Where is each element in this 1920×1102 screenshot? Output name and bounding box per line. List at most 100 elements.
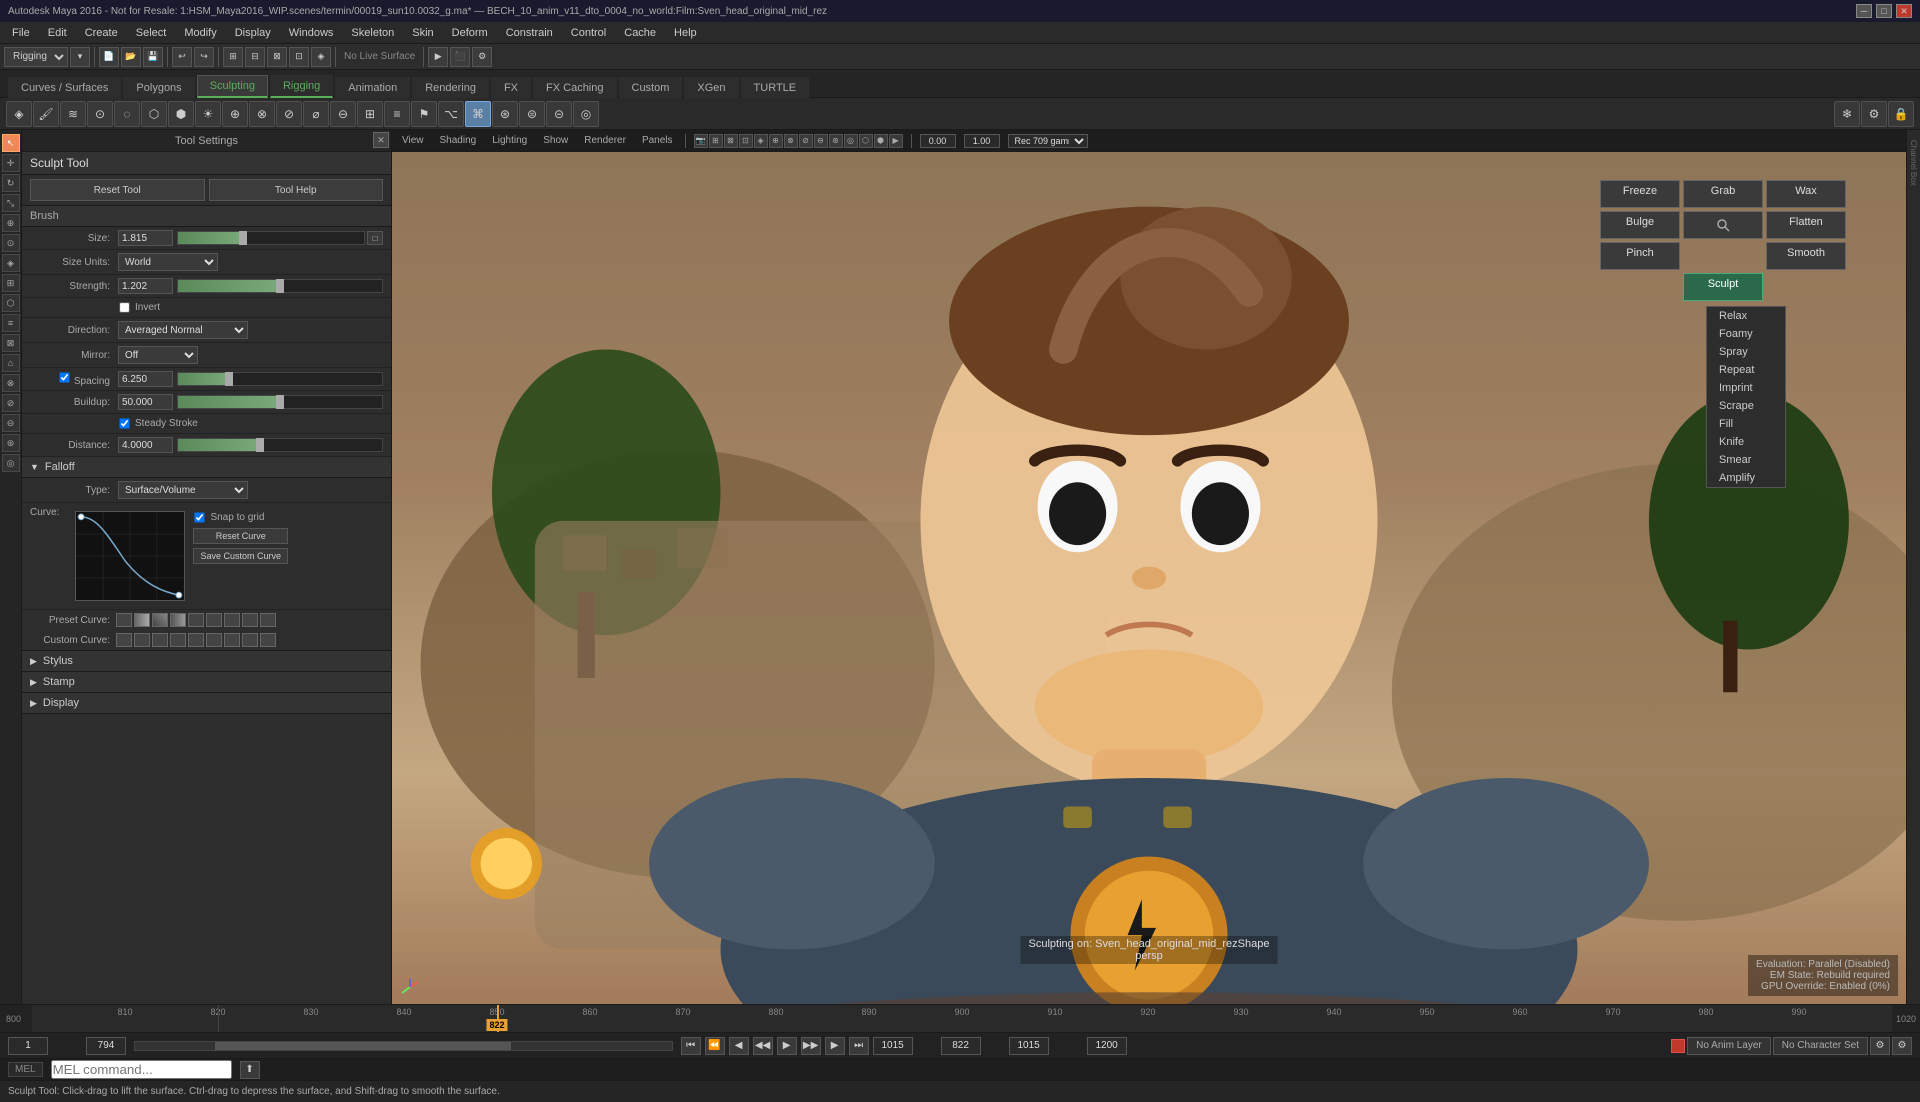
- dd-spray[interactable]: Spray: [1707, 343, 1785, 361]
- render-btn1[interactable]: ▶: [428, 47, 448, 67]
- sidebar-scale[interactable]: ⤡: [2, 194, 20, 212]
- display-header[interactable]: ▶ Display: [22, 693, 391, 713]
- menu-create[interactable]: Create: [77, 25, 126, 41]
- timeline-ruler[interactable]: // Will be rendered inline below 810 820…: [32, 1005, 1892, 1032]
- cam-icon12[interactable]: ⬡: [859, 134, 873, 148]
- sidebar-tool17[interactable]: ◎: [2, 454, 20, 472]
- strength-slider[interactable]: [177, 279, 383, 293]
- step-back-btn[interactable]: ◀: [729, 1037, 749, 1055]
- menu-windows[interactable]: Windows: [281, 25, 342, 41]
- sidebar-tool13[interactable]: ⊗: [2, 374, 20, 392]
- menu-cache[interactable]: Cache: [616, 25, 664, 41]
- cam-icon10[interactable]: ⊛: [829, 134, 843, 148]
- dd-imprint[interactable]: Imprint: [1707, 379, 1785, 397]
- preset-swatch-5[interactable]: [188, 613, 204, 627]
- sculpt-icon2[interactable]: ≋: [60, 101, 86, 127]
- size-input[interactable]: [118, 230, 173, 246]
- end-range-input[interactable]: [873, 1037, 913, 1055]
- sculpt-icon12[interactable]: ⊖: [330, 101, 356, 127]
- cam-icon3[interactable]: ⊠: [724, 134, 738, 148]
- sculpt-btn[interactable]: Sculpt: [1683, 273, 1763, 301]
- menu-control[interactable]: Control: [563, 25, 614, 41]
- falloff-type-dropdown[interactable]: Surface/Volume: [118, 481, 248, 499]
- panel-close-btn[interactable]: ✕: [373, 132, 389, 148]
- preset-swatch-7[interactable]: [224, 613, 240, 627]
- cam-icon9[interactable]: ⊖: [814, 134, 828, 148]
- menu-display[interactable]: Display: [227, 25, 279, 41]
- sculpt-icon4[interactable]: ◌: [114, 101, 140, 127]
- vp-menu-panels[interactable]: Panels: [638, 135, 677, 146]
- size-slider[interactable]: [177, 231, 365, 245]
- mode-dropdown[interactable]: Rigging: [4, 47, 68, 67]
- minimize-button[interactable]: ─: [1856, 4, 1872, 18]
- preset-swatch-8[interactable]: [242, 613, 258, 627]
- dd-fill[interactable]: Fill: [1707, 415, 1785, 433]
- sidebar-tool10[interactable]: ≡: [2, 314, 20, 332]
- steady-stroke-checkbox[interactable]: [119, 418, 129, 428]
- snap2-btn[interactable]: ⊟: [245, 47, 265, 67]
- sidebar-tool15[interactable]: ⊖: [2, 414, 20, 432]
- sculpt-icon17[interactable]: ⊛: [492, 101, 518, 127]
- menu-edit[interactable]: Edit: [40, 25, 75, 41]
- menu-modify[interactable]: Modify: [176, 25, 224, 41]
- sculpt-icon13[interactable]: ⊞: [357, 101, 383, 127]
- custom-swatch-4[interactable]: [170, 633, 186, 647]
- mode-arrow[interactable]: ▾: [70, 47, 90, 67]
- dd-knife[interactable]: Knife: [1707, 433, 1785, 451]
- spacing-input[interactable]: [118, 371, 173, 387]
- sidebar-tool9[interactable]: ⬡: [2, 294, 20, 312]
- cam-icon1[interactable]: 📷: [694, 134, 708, 148]
- mirror-dropdown[interactable]: Off: [118, 346, 198, 364]
- cam-icon13[interactable]: ⬢: [874, 134, 888, 148]
- smooth-btn[interactable]: Smooth: [1766, 242, 1846, 270]
- distance-slider[interactable]: [177, 438, 383, 452]
- redo-btn[interactable]: ↪: [194, 47, 214, 67]
- mel-input[interactable]: [51, 1060, 232, 1079]
- custom-swatch-6[interactable]: [206, 633, 222, 647]
- size-lock-btn[interactable]: □: [367, 231, 383, 245]
- cam-icon4[interactable]: ⊡: [739, 134, 753, 148]
- sidebar-tool8[interactable]: ⊞: [2, 274, 20, 292]
- stylus-header[interactable]: ▶ Stylus: [22, 651, 391, 671]
- sculpt-icon6[interactable]: ⬢: [168, 101, 194, 127]
- vp-menu-shading[interactable]: Shading: [436, 135, 481, 146]
- render-btn2[interactable]: ⬛: [450, 47, 470, 67]
- vp-menu-lighting[interactable]: Lighting: [488, 135, 531, 146]
- sculpt-icon7[interactable]: ☀: [195, 101, 221, 127]
- tab-animation[interactable]: Animation: [335, 77, 410, 98]
- range-bar[interactable]: [134, 1041, 673, 1051]
- falloff-header[interactable]: ▼ Falloff: [22, 457, 391, 478]
- settings-icon[interactable]: ⚙: [1861, 101, 1887, 127]
- prev-frame-btn[interactable]: ⏪: [705, 1037, 725, 1055]
- sculpt-icon5[interactable]: ⬡: [141, 101, 167, 127]
- stamp-header[interactable]: ▶ Stamp: [22, 672, 391, 692]
- search-btn[interactable]: [1683, 211, 1763, 239]
- sidebar-tool14[interactable]: ⊘: [2, 394, 20, 412]
- current-frame-input[interactable]: [941, 1037, 981, 1055]
- save-custom-curve-button[interactable]: Save Custom Curve: [193, 548, 288, 564]
- size-units-dropdown[interactable]: World: [118, 253, 218, 271]
- sculpt-icon20[interactable]: ◎: [573, 101, 599, 127]
- go-to-end-btn[interactable]: ⏭: [849, 1037, 869, 1055]
- start-frame-input[interactable]: [8, 1037, 48, 1055]
- cam-icon6[interactable]: ⊕: [769, 134, 783, 148]
- sidebar-select[interactable]: ↖: [2, 134, 20, 152]
- undo-btn[interactable]: ↩: [172, 47, 192, 67]
- dd-amplify[interactable]: Amplify: [1707, 469, 1785, 487]
- cam-icon11[interactable]: ◎: [844, 134, 858, 148]
- flatten-btn[interactable]: Flatten: [1766, 211, 1846, 239]
- tab-fx-caching[interactable]: FX Caching: [533, 77, 616, 98]
- exposure-input[interactable]: [920, 134, 956, 148]
- snap1-btn[interactable]: ⊞: [223, 47, 243, 67]
- char-set-pill[interactable]: No Character Set: [1773, 1037, 1868, 1055]
- tab-curves-surfaces[interactable]: Curves / Surfaces: [8, 77, 121, 98]
- vp-menu-show[interactable]: Show: [539, 135, 572, 146]
- sculpt-icon3[interactable]: ⊙: [87, 101, 113, 127]
- go-to-start-btn[interactable]: ⏮: [681, 1037, 701, 1055]
- freeze-icon[interactable]: ❄: [1834, 101, 1860, 127]
- dd-repeat[interactable]: Repeat: [1707, 361, 1785, 379]
- sidebar-tool12[interactable]: ⌂: [2, 354, 20, 372]
- reset-tool-button[interactable]: Reset Tool: [30, 179, 205, 201]
- tab-sculpting[interactable]: Sculpting: [197, 75, 268, 98]
- grab-btn[interactable]: Grab: [1683, 180, 1763, 208]
